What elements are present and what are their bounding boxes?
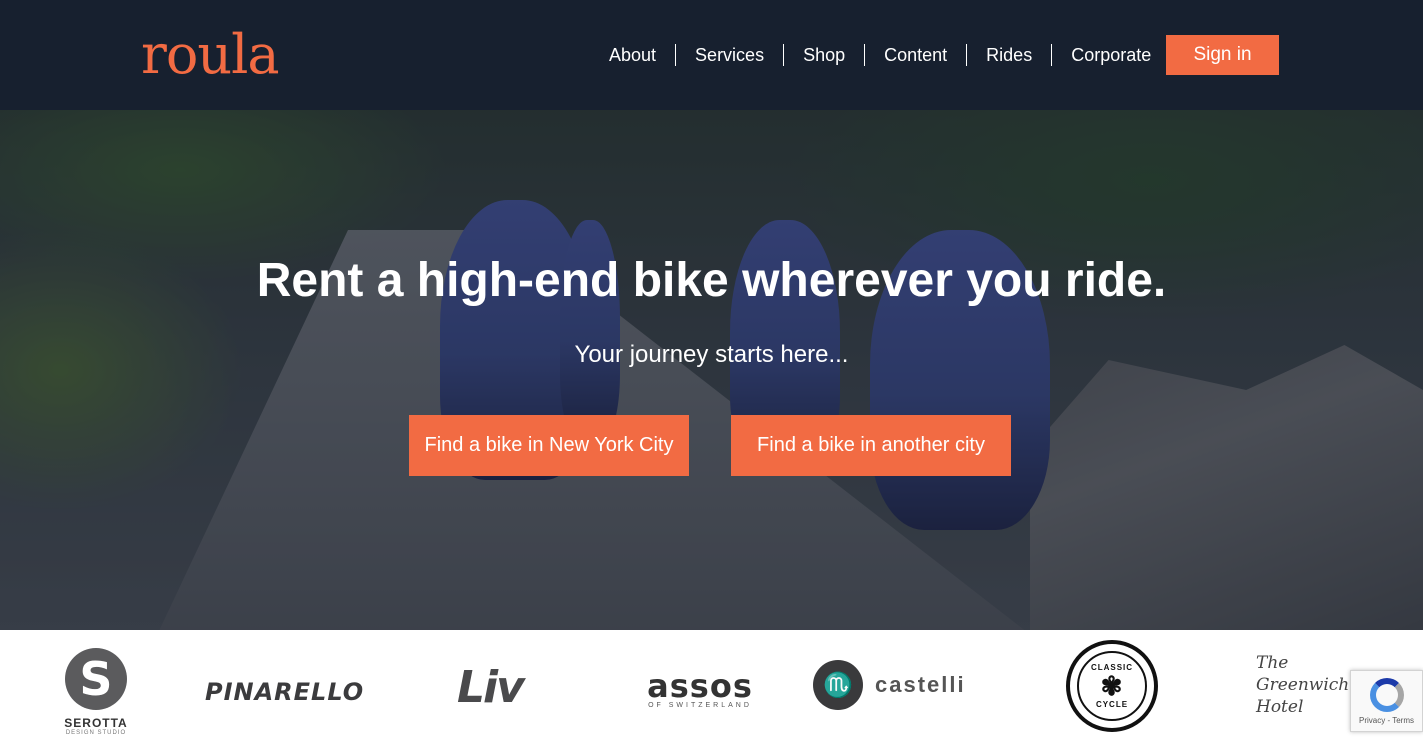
nav-about[interactable]: About (590, 44, 677, 66)
find-bike-nyc-button[interactable]: Find a bike in New York City (409, 415, 689, 476)
hero-overlay (0, 110, 1423, 630)
nav-shop[interactable]: Shop (784, 44, 866, 66)
serotta-sublabel: DESIGN STUDIO (65, 730, 127, 736)
roula-logo[interactable]: roula (141, 20, 280, 90)
castelli-label: castelli (875, 672, 966, 697)
main-nav: About Services Shop Content Rides Corpor… (590, 35, 1170, 75)
find-bike-other-city-button[interactable]: Find a bike in another city (731, 415, 1011, 476)
sign-in-button[interactable]: Sign in (1166, 35, 1279, 75)
assos-sublabel: OF SWITZERLAND (648, 702, 752, 709)
nav-rides[interactable]: Rides (967, 44, 1053, 66)
serotta-label: SEROTTA (64, 716, 128, 730)
liv-logo[interactable]: Liv (457, 662, 525, 713)
scorpion-icon: ♏ (813, 660, 863, 710)
hero-section: Rent a high-end bike wherever you ride. … (0, 110, 1423, 630)
assos-label: assos (647, 667, 753, 705)
nav-content[interactable]: Content (865, 44, 968, 66)
brand-logos-strip: S SEROTTA DESIGN STUDIO PINARELLO Liv as… (0, 630, 1423, 747)
classic-cycle-logo[interactable]: CLASSIC ✾ CYCLE (1066, 640, 1158, 732)
castelli-logo[interactable]: ♏ castelli (813, 660, 966, 710)
classic-cycle-badge: CLASSIC ✾ CYCLE (1077, 651, 1147, 721)
recaptcha-terms[interactable]: Privacy - Terms (1359, 716, 1414, 725)
serotta-mark-icon: S (65, 648, 127, 710)
propeller-icon: ✾ (1100, 671, 1124, 701)
site-header: roula About Services Shop Content Rides … (0, 0, 1423, 110)
hero-title: Rent a high-end bike wherever you ride. (256, 254, 1167, 307)
hero-subtitle: Your journey starts here... (574, 341, 849, 368)
classic-cycle-bottom-text: CYCLE (1095, 700, 1129, 709)
recaptcha-badge[interactable]: Privacy - Terms (1350, 670, 1423, 732)
nav-corporate[interactable]: Corporate (1052, 44, 1170, 66)
recaptcha-icon (1369, 677, 1404, 712)
serotta-logo[interactable]: S SEROTTA DESIGN STUDIO (62, 648, 130, 736)
assos-logo[interactable]: assos OF SWITZERLAND (612, 670, 788, 709)
nav-services[interactable]: Services (676, 44, 785, 66)
pinarello-logo[interactable]: PINARELLO (205, 678, 364, 706)
